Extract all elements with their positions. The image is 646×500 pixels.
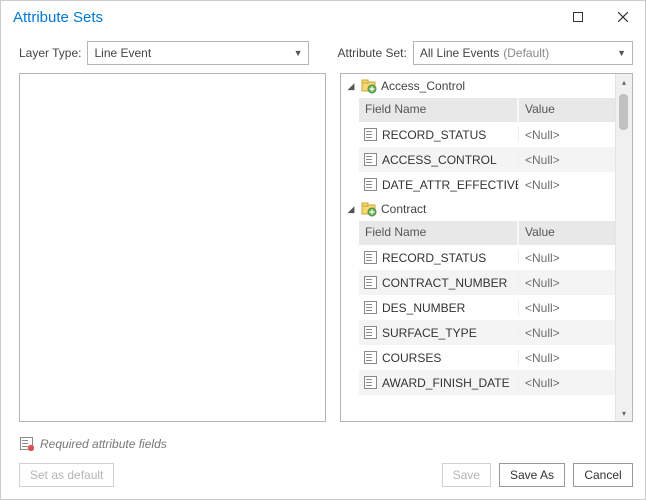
field-name-text: DES_NUMBER bbox=[382, 301, 465, 315]
layer-type-combo[interactable]: Line Event ▼ bbox=[87, 41, 309, 65]
field-value-cell[interactable]: <Null> bbox=[519, 276, 615, 290]
expander-icon: ◢ bbox=[345, 81, 357, 92]
field-row[interactable]: RECORD_STATUS <Null> bbox=[359, 245, 615, 270]
field-row[interactable]: ACCESS_CONTROL <Null> bbox=[359, 147, 615, 172]
cancel-button[interactable]: Cancel bbox=[573, 463, 633, 487]
field-row[interactable]: RECORD_STATUS <Null> bbox=[359, 122, 615, 147]
set-as-default-button[interactable]: Set as default bbox=[19, 463, 114, 487]
footer-hint: Required attribute fields bbox=[1, 430, 645, 453]
field-value-cell[interactable]: <Null> bbox=[519, 153, 615, 167]
left-panel[interactable] bbox=[19, 73, 326, 422]
field-row[interactable]: DES_NUMBER <Null> bbox=[359, 295, 615, 320]
group-label: Access_Control bbox=[381, 79, 465, 93]
column-header-name[interactable]: Field Name bbox=[359, 221, 519, 245]
scroll-thumb[interactable] bbox=[619, 94, 628, 130]
field-name-text: RECORD_STATUS bbox=[382, 251, 486, 265]
field-icon bbox=[363, 250, 378, 265]
folder-icon bbox=[361, 201, 377, 217]
field-name-text: COURSES bbox=[382, 351, 441, 365]
right-panel: ◢Access_ControlField NameValueRECORD_STA… bbox=[340, 73, 633, 422]
scroll-down-icon: ▾ bbox=[616, 405, 632, 421]
group-header[interactable]: ◢ Contract bbox=[341, 197, 615, 221]
group-label: Contract bbox=[381, 202, 426, 216]
controls-row: Layer Type: Line Event ▼ Attribute Set: … bbox=[1, 33, 645, 73]
field-icon bbox=[363, 375, 378, 390]
close-button[interactable] bbox=[600, 1, 645, 33]
content-row: ◢Access_ControlField NameValueRECORD_STA… bbox=[1, 73, 645, 430]
expander-icon: ◢ bbox=[345, 204, 357, 215]
hint-text: Required attribute fields bbox=[40, 437, 167, 451]
field-value-cell[interactable]: <Null> bbox=[519, 326, 615, 340]
field-row[interactable]: CONTRACT_NUMBER <Null> bbox=[359, 270, 615, 295]
attribute-set-label: Attribute Set: bbox=[337, 46, 406, 60]
field-value-cell[interactable]: <Null> bbox=[519, 351, 615, 365]
chevron-down-icon: ▼ bbox=[617, 48, 626, 58]
save-button[interactable]: Save bbox=[442, 463, 491, 487]
field-name-cell: COURSES bbox=[359, 350, 519, 365]
scroll-up-icon: ▴ bbox=[616, 74, 632, 90]
maximize-icon bbox=[573, 12, 583, 22]
field-value-cell[interactable]: <Null> bbox=[519, 128, 615, 142]
field-name-cell: DES_NUMBER bbox=[359, 300, 519, 315]
required-field-icon bbox=[19, 436, 34, 451]
field-icon bbox=[363, 300, 378, 315]
field-name-text: RECORD_STATUS bbox=[382, 128, 486, 142]
field-value-cell[interactable]: <Null> bbox=[519, 178, 615, 192]
attribute-set-value: All Line Events(Default) bbox=[420, 46, 611, 60]
footer-buttons: Set as default Save Save As Cancel bbox=[1, 453, 645, 499]
attribute-sets-dialog: Attribute Sets Layer Type: Line Event ▼ … bbox=[0, 0, 646, 500]
field-value-cell[interactable]: <Null> bbox=[519, 251, 615, 265]
field-name-text: ACCESS_CONTROL bbox=[382, 153, 497, 167]
field-value-cell[interactable]: <Null> bbox=[519, 301, 615, 315]
field-icon bbox=[363, 275, 378, 290]
field-name-text: DATE_ATTR_EFFECTIVE bbox=[382, 178, 519, 192]
field-name-cell: RECORD_STATUS bbox=[359, 250, 519, 265]
field-value-cell[interactable]: <Null> bbox=[519, 376, 615, 390]
field-icon bbox=[363, 127, 378, 142]
attribute-tree[interactable]: ◢Access_ControlField NameValueRECORD_STA… bbox=[341, 74, 615, 421]
maximize-button[interactable] bbox=[555, 1, 600, 33]
folder-icon bbox=[361, 78, 377, 94]
field-name-text: SURFACE_TYPE bbox=[382, 326, 477, 340]
chevron-down-icon: ▼ bbox=[294, 48, 303, 58]
field-name-cell: ACCESS_CONTROL bbox=[359, 152, 519, 167]
close-icon bbox=[618, 12, 628, 22]
field-name-cell: SURFACE_TYPE bbox=[359, 325, 519, 340]
field-icon bbox=[363, 177, 378, 192]
column-header-name[interactable]: Field Name bbox=[359, 98, 519, 122]
column-header-value[interactable]: Value bbox=[519, 98, 615, 122]
field-row[interactable]: SURFACE_TYPE <Null> bbox=[359, 320, 615, 345]
field-header: Field NameValue bbox=[359, 221, 615, 245]
field-icon bbox=[363, 325, 378, 340]
field-row[interactable]: COURSES <Null> bbox=[359, 345, 615, 370]
field-name-cell: RECORD_STATUS bbox=[359, 127, 519, 142]
field-name-cell: DATE_ATTR_EFFECTIVE bbox=[359, 177, 519, 192]
scrollbar[interactable]: ▴ ▾ bbox=[615, 74, 632, 421]
titlebar: Attribute Sets bbox=[1, 1, 645, 33]
field-name-cell: AWARD_FINISH_DATE bbox=[359, 375, 519, 390]
field-name-text: AWARD_FINISH_DATE bbox=[382, 376, 510, 390]
field-name-text: CONTRACT_NUMBER bbox=[382, 276, 507, 290]
field-row[interactable]: DATE_ATTR_EFFECTIVE<Null> bbox=[359, 172, 615, 197]
field-row[interactable]: AWARD_FINISH_DATE <Null> bbox=[359, 370, 615, 395]
field-icon bbox=[363, 350, 378, 365]
field-name-cell: CONTRACT_NUMBER bbox=[359, 275, 519, 290]
column-header-value[interactable]: Value bbox=[519, 221, 615, 245]
field-header: Field NameValue bbox=[359, 98, 615, 122]
layer-type-label: Layer Type: bbox=[19, 46, 81, 60]
layer-type-value: Line Event bbox=[94, 46, 287, 60]
attribute-set-combo[interactable]: All Line Events(Default) ▼ bbox=[413, 41, 633, 65]
field-icon bbox=[363, 152, 378, 167]
window-title: Attribute Sets bbox=[13, 9, 103, 26]
save-as-button[interactable]: Save As bbox=[499, 463, 565, 487]
group-header[interactable]: ◢ Access_Control bbox=[341, 74, 615, 98]
